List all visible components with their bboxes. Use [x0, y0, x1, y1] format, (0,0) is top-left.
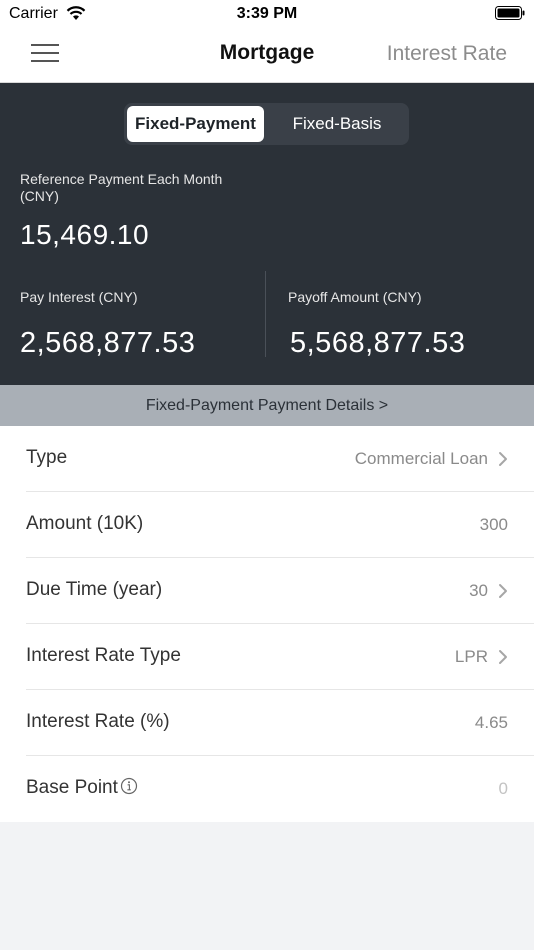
due-time-label: Due Time (year)	[26, 579, 163, 600]
amount-row: Amount (10K) 300	[26, 492, 534, 558]
payoff-amount-value: 5,568,877.53	[290, 327, 466, 359]
base-point-input[interactable]: 0	[499, 779, 508, 799]
interest-rate-type-label: Interest Rate Type	[26, 645, 181, 666]
interest-rate-type-row[interactable]: Interest Rate Type LPR	[26, 624, 534, 690]
loan-form: Type Commercial Loan Amount (10K) 300 Du…	[0, 426, 534, 822]
reference-payment-label: Reference Payment Each Month (CNY)	[20, 171, 223, 204]
status-time: 3:39 PM	[236, 5, 298, 22]
type-row[interactable]: Type Commercial Loan	[26, 426, 534, 492]
summary-panel: Fixed-Payment Fixed-Basis Reference Paym…	[0, 83, 534, 385]
status-bar: Carrier 3:39 PM	[0, 0, 534, 28]
reference-payment-value: 15,469.10	[20, 219, 150, 250]
tab-fixed-basis[interactable]: Fixed-Basis	[272, 106, 402, 142]
interest-rate-input[interactable]: 4.65	[475, 713, 508, 733]
chevron-right-icon	[499, 584, 507, 598]
tab-fixed-payment[interactable]: Fixed-Payment	[127, 106, 264, 142]
base-point-row: Base Point 0	[26, 756, 534, 822]
chevron-right-icon	[499, 452, 507, 466]
battery-icon	[495, 6, 525, 20]
interest-rate-button[interactable]: Interest Rate	[387, 42, 507, 66]
info-circle-icon[interactable]	[120, 777, 138, 795]
payoff-amount-label: Payoff Amount (CNY)	[288, 289, 422, 305]
interest-rate-row: Interest Rate (%) 4.65	[26, 690, 534, 756]
mode-segmented-control: Fixed-Payment Fixed-Basis	[124, 103, 409, 145]
due-time-row[interactable]: Due Time (year) 30	[26, 558, 534, 624]
pay-interest-label: Pay Interest (CNY)	[20, 289, 138, 305]
chevron-right-icon	[499, 650, 507, 664]
navigation-bar: Mortgage Interest Rate	[0, 28, 534, 83]
base-point-label: Base Point	[26, 777, 118, 798]
due-time-value: 30	[469, 581, 488, 600]
interest-rate-label: Interest Rate (%)	[26, 711, 170, 732]
type-label: Type	[26, 447, 68, 468]
interest-rate-type-value: LPR	[454, 647, 488, 666]
pay-interest-value: 2,568,877.53	[20, 327, 196, 359]
payment-details-link[interactable]: Fixed-Payment Payment Details >	[0, 385, 534, 426]
base-point-label-group: Base Point	[26, 777, 138, 799]
amount-label: Amount (10K)	[26, 513, 144, 534]
amount-input[interactable]: 300	[480, 515, 508, 535]
type-value: Commercial Loan	[354, 449, 488, 468]
summary-divider	[265, 271, 266, 357]
